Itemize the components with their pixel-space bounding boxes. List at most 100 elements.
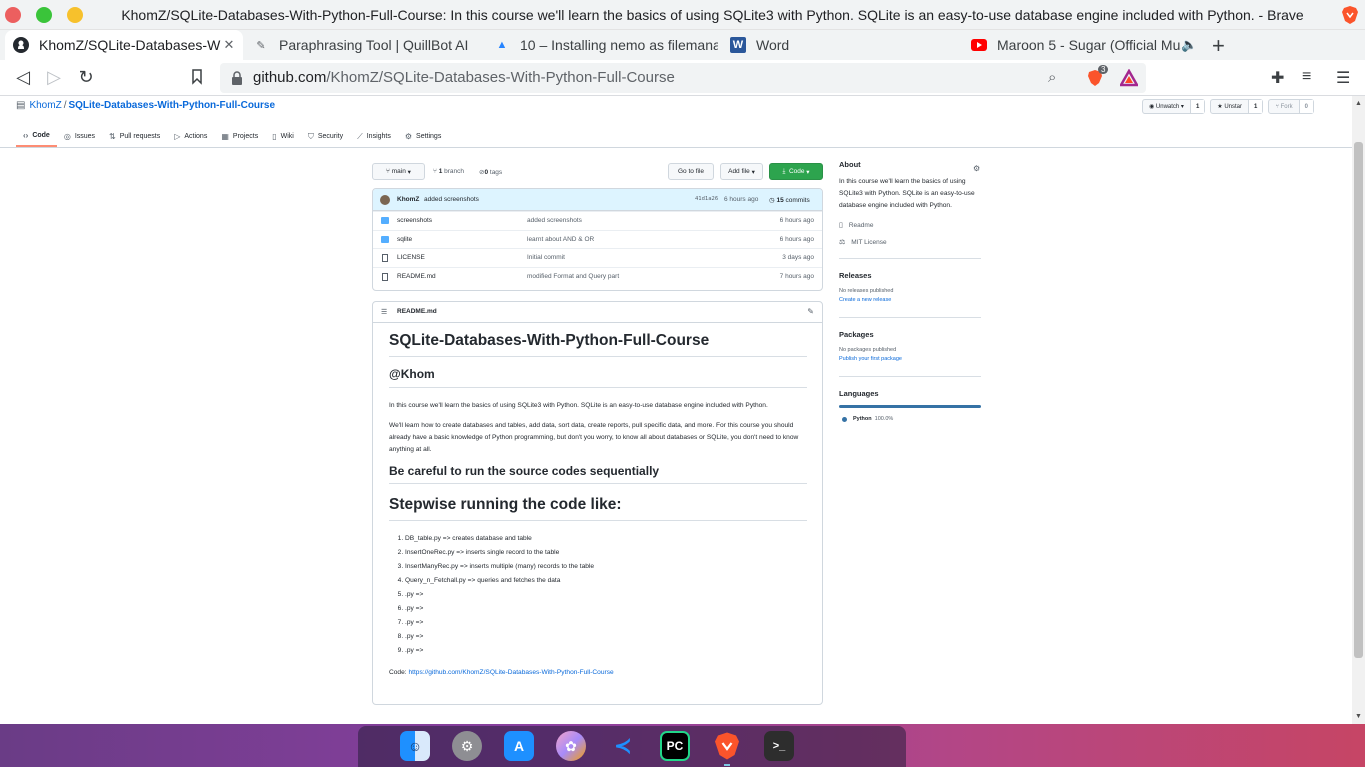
readme-title: SQLite-Databases-With-Python-Full-Course — [389, 332, 807, 357]
repo-link[interactable]: https://github.com/KhomZ/SQLite-Database… — [408, 669, 613, 676]
readme-author: @Khom — [389, 367, 807, 388]
commit-author[interactable]: KhomZ — [397, 196, 419, 203]
scroll-down-icon[interactable]: ▼ — [1355, 713, 1362, 720]
word-icon: W — [730, 37, 746, 53]
fork-button[interactable]: ⑂ Fork 0 — [1268, 99, 1314, 114]
branch-count-link[interactable]: ⑂ 1 branch — [433, 168, 464, 175]
tab-youtube[interactable]: Maroon 5 - Sugar (Official Music Video) … — [963, 30, 1203, 60]
commit-message[interactable]: added screenshots — [424, 196, 479, 203]
edit-icon[interactable]: ✎ — [807, 307, 814, 316]
add-file-button[interactable]: Add file ▾ — [720, 163, 763, 180]
app-store-icon[interactable]: A — [504, 731, 534, 761]
photos-icon[interactable]: ✿ — [556, 731, 586, 761]
reading-list-icon[interactable]: ≡ — [1302, 68, 1311, 86]
file-row[interactable]: README.md modified Format and Query part… — [373, 266, 822, 286]
extensions-icon[interactable]: ✚ — [1271, 68, 1284, 88]
latest-commit: KhomZ added screenshots 41d1a26 6 hours … — [373, 189, 822, 211]
go-to-file-button[interactable]: Go to file — [668, 163, 714, 180]
list-item: .py => — [405, 631, 807, 645]
apple-icon[interactable] — [362, 731, 392, 761]
book-icon: ▯ — [272, 132, 277, 141]
tab-wiki[interactable]: ▯ Wiki — [265, 126, 301, 147]
tab-settings[interactable]: ⚙ Settings — [398, 126, 448, 147]
list-icon[interactable]: ☰ — [381, 308, 387, 316]
language-item[interactable]: Python 100.0% — [839, 416, 981, 422]
file-row[interactable]: sqlite learnt about AND & OR 6 hours ago — [373, 229, 822, 249]
back-button[interactable]: ◁ — [12, 66, 34, 88]
list-item: InsertOneRec.py => inserts single record… — [405, 547, 807, 561]
repo-name-link[interactable]: SQLite-Databases-With-Python-Full-Course — [68, 100, 275, 111]
packages-title[interactable]: Packages — [839, 330, 981, 339]
pycharm-icon[interactable]: PC — [660, 731, 690, 761]
tab-github[interactable]: KhomZ/SQLite-Databases-With-Python-Full-… — [5, 30, 243, 60]
tab-projects[interactable]: ▦ Projects — [214, 126, 265, 147]
publish-package-link[interactable]: Publish your first package — [839, 355, 981, 364]
readme-filename[interactable]: README.md — [397, 308, 437, 315]
readme-header: ☰ README.md ✎ — [373, 302, 822, 323]
releases-title[interactable]: Releases — [839, 271, 981, 280]
page-content: ▤ KhomZ / SQLite-Databases-With-Python-Full… — [0, 96, 1352, 724]
list-item: .py => — [405, 645, 807, 659]
close-window-button[interactable] — [5, 7, 21, 23]
maximize-window-button[interactable] — [36, 7, 52, 23]
commit-sha[interactable]: 41d1a26 — [695, 196, 718, 202]
create-release-link[interactable]: Create a new release — [839, 296, 981, 305]
repo-icon: ▤ — [16, 100, 26, 111]
close-tab-icon[interactable]: ✕ — [221, 37, 237, 53]
tab-quillbot[interactable]: ✎ Paraphrasing Tool | QuillBot AI — [245, 30, 477, 60]
title-bar: KhomZ/SQLite-Databases-With-Python-Full-… — [0, 0, 1365, 30]
readme-paragraph: In this course we'll learn the basics of… — [389, 402, 768, 409]
avatar[interactable] — [380, 195, 390, 205]
scroll-up-icon[interactable]: ▲ — [1355, 100, 1362, 107]
list-item: InsertManyRec.py => inserts multiple (ma… — [405, 561, 807, 575]
commits-link[interactable]: ◷ 15 commits — [769, 196, 810, 204]
tab-atlassian[interactable]: ▲ 10 – Installing nemo as filemanager — [486, 30, 718, 60]
commit-time: 6 hours ago — [724, 196, 759, 203]
tag-count-link[interactable]: ⊘0 tags — [479, 168, 502, 176]
about-description: In this course we'll learn the basics of… — [839, 178, 975, 209]
scrollbar-thumb[interactable] — [1354, 142, 1363, 658]
branch-select[interactable]: ⑂ main ▾ — [372, 163, 425, 180]
finder-icon[interactable]: ☺ — [400, 731, 430, 761]
gear-icon: ⚙ — [404, 132, 413, 141]
brave-rewards-icon[interactable] — [1120, 69, 1138, 87]
tab-insights[interactable]: ⟋ Insights — [350, 126, 398, 147]
new-tab-button[interactable]: + — [1212, 33, 1225, 59]
unstar-button[interactable]: ★ Unstar 1 — [1210, 99, 1264, 114]
file-list: KhomZ added screenshots 41d1a26 6 hours … — [372, 188, 823, 291]
unwatch-button[interactable]: ◉ Unwatch ▾ 1 — [1142, 99, 1206, 114]
page-scrollbar[interactable]: ▲ ▼ — [1352, 96, 1365, 724]
reload-button[interactable]: ↻ — [75, 66, 97, 88]
speaker-icon[interactable]: 🔈 — [1181, 37, 1197, 53]
tab-word[interactable]: W Word — [722, 30, 954, 60]
file-row[interactable]: LICENSE Initial commit 3 days ago — [373, 248, 822, 267]
readme-link[interactable]: ▯ Readme — [839, 221, 981, 230]
tab-security[interactable]: ⛉ Security — [301, 126, 350, 147]
settings-icon[interactable]: ⚙ — [452, 731, 482, 761]
file-row[interactable]: screenshots added screenshots 6 hours ag… — [373, 211, 822, 230]
tab-bar: KhomZ/SQLite-Databases-With-Python-Full-… — [0, 30, 1365, 60]
license-link[interactable]: ⚖ MIT License — [839, 238, 981, 247]
readme-heading: Be careful to run the source codes seque… — [389, 464, 807, 484]
brave-icon[interactable] — [712, 731, 742, 761]
running-indicator — [724, 764, 730, 766]
forward-button[interactable]: ▷ — [43, 66, 65, 88]
minimize-window-button[interactable] — [67, 7, 83, 23]
vscode-icon[interactable]: ≺ — [608, 731, 638, 761]
code-button[interactable]: ⤓ Code ▾ — [769, 163, 823, 180]
github-icon — [13, 37, 29, 53]
quillbot-icon: ✎ — [256, 39, 266, 52]
menu-icon[interactable]: ☰ — [1336, 68, 1350, 88]
terminal-icon[interactable]: >_ — [764, 731, 794, 761]
tab-issues[interactable]: ◎ Issues — [57, 126, 102, 147]
repo-owner-link[interactable]: KhomZ — [29, 100, 61, 111]
address-bar[interactable]: github.com/KhomZ/SQLite-Databases-With-P… — [220, 63, 1146, 93]
tab-code[interactable]: ‹› Code — [16, 126, 57, 147]
divider — [839, 317, 981, 318]
search-icon[interactable]: ⌕ — [1048, 69, 1056, 86]
tab-pull-requests[interactable]: ⇅ Pull requests — [102, 126, 167, 147]
list-item: .py => — [405, 603, 807, 617]
bookmark-icon[interactable] — [186, 66, 208, 88]
tab-actions[interactable]: ▷ Actions — [167, 126, 214, 147]
browser-toolbar: ◁ ▷ ↻ github.com/KhomZ/SQLite-Databases-… — [0, 60, 1365, 96]
